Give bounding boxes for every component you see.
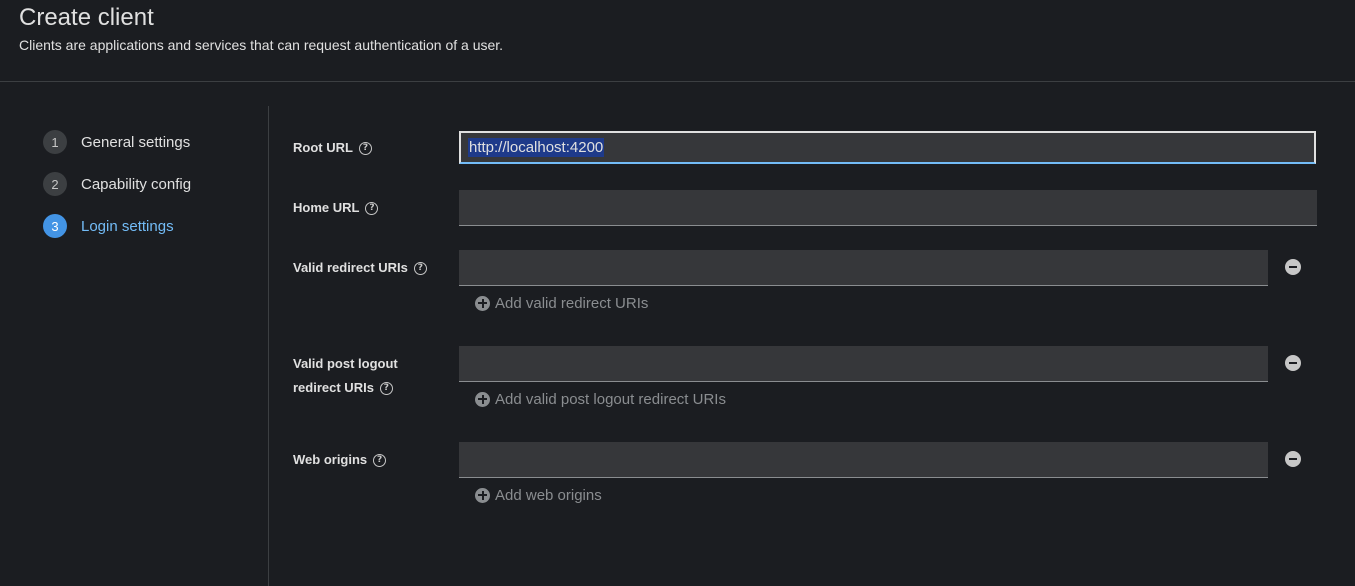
help-icon[interactable]: ? [373, 454, 387, 468]
step-label: Capability config [81, 175, 192, 193]
page-title: Create client [19, 4, 154, 31]
web-origins-label-text: Web origins [293, 452, 368, 467]
remove-redirect-uri-icon[interactable] [1285, 259, 1301, 275]
root-url-value: http://localhost:4200 [468, 138, 605, 157]
remove-post-logout-uri-icon[interactable] [1285, 355, 1301, 371]
wizard-step-general-settings[interactable]: 1 General settings [43, 130, 190, 154]
remove-web-origin-icon[interactable] [1285, 451, 1301, 467]
help-icon[interactable]: ? [358, 142, 372, 156]
wizard-step-capability-config[interactable]: 2 Capability config [43, 172, 191, 196]
valid-post-logout-redirect-uris-label: Valid post logout redirect URIs? [293, 352, 398, 400]
step-label: General settings [81, 133, 191, 151]
help-icon[interactable]: ? [413, 262, 427, 276]
add-web-origins-label: Add web origins [495, 486, 602, 504]
valid-post-logout-redirect-uris-input[interactable] [459, 346, 1268, 382]
plus-circle-icon [475, 487, 490, 503]
web-origins-label: Web origins? [293, 448, 387, 472]
add-web-origins-button[interactable]: Add web origins [475, 485, 602, 505]
help-icon[interactable]: ? [379, 382, 393, 396]
home-url-label: Home URL? [293, 196, 379, 220]
label-line1: Valid post logout [293, 356, 398, 371]
page-subtitle: Clients are applications and services th… [19, 37, 504, 53]
plus-circle-icon [475, 295, 490, 311]
plus-circle-icon [475, 391, 490, 407]
page-header: Create client Clients are applications a… [0, 0, 1355, 82]
wizard-step-login-settings[interactable]: 3 Login settings [43, 214, 174, 238]
home-url-label-text: Home URL [293, 200, 360, 215]
valid-redirect-uris-label-text: Valid redirect URIs [293, 260, 408, 275]
step-number: 2 [43, 172, 67, 196]
home-url-input[interactable] [459, 190, 1317, 226]
help-icon[interactable]: ? [365, 202, 379, 216]
valid-redirect-uris-input[interactable] [459, 250, 1268, 286]
step-number: 1 [43, 130, 67, 154]
root-url-label: Root URL? [293, 136, 372, 160]
valid-redirect-uris-label: Valid redirect URIs? [293, 256, 427, 280]
label-line2: redirect URIs [293, 380, 374, 395]
add-valid-redirect-uris-label: Add valid redirect URIs [495, 294, 649, 312]
add-valid-post-logout-redirect-uris-button[interactable]: Add valid post logout redirect URIs [475, 389, 726, 409]
add-valid-redirect-uris-button[interactable]: Add valid redirect URIs [475, 293, 648, 313]
wizard-nav: 1 General settings 2 Capability config 3… [0, 106, 269, 586]
root-url-label-text: Root URL [293, 140, 353, 155]
step-number: 3 [43, 214, 67, 238]
step-label: Login settings [81, 217, 174, 235]
root-url-input[interactable]: http://localhost:4200 [459, 131, 1316, 164]
web-origins-input[interactable] [459, 442, 1268, 478]
add-valid-post-logout-redirect-uris-label: Add valid post logout redirect URIs [495, 390, 726, 408]
